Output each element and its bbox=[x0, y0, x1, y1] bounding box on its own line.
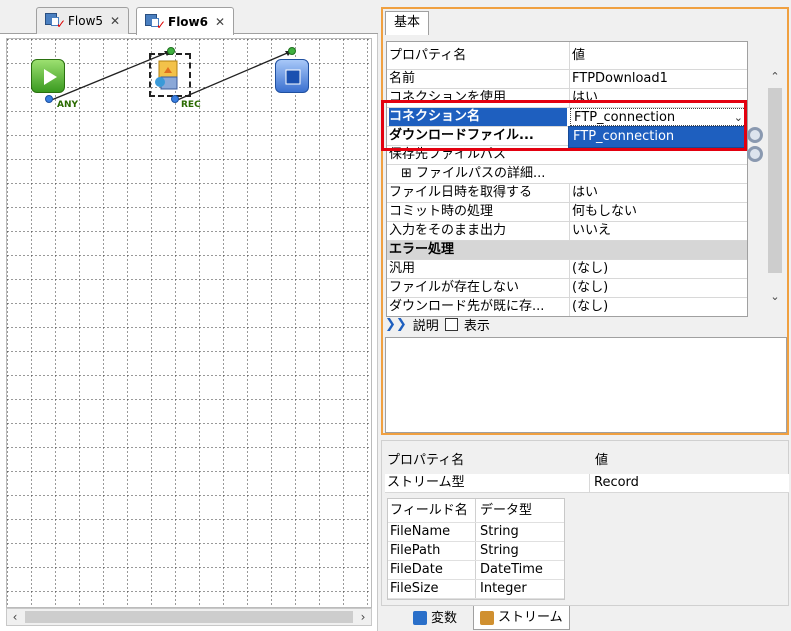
table-row[interactable]: FileName String bbox=[388, 523, 564, 542]
output-port[interactable] bbox=[45, 95, 53, 103]
stream-panel: プロパティ名 値 ストリーム型 Record フィールド名 データ型 FileN… bbox=[381, 440, 789, 606]
property-row-pass-through[interactable]: 入力をそのまま出力 いいえ bbox=[387, 222, 747, 241]
flow-canvas[interactable]: ANY REC bbox=[6, 38, 372, 608]
field-table-header: フィールド名 データ型 bbox=[388, 499, 564, 523]
output-port[interactable] bbox=[171, 95, 179, 103]
tab-label: Flow5 bbox=[68, 14, 104, 28]
property-row-general[interactable]: 汎用 (なし) bbox=[387, 260, 747, 279]
tab-variables[interactable]: 変数 bbox=[407, 606, 463, 630]
table-row[interactable]: FileDate DateTime bbox=[388, 561, 564, 580]
stream-type-row[interactable]: ストリーム型 Record bbox=[385, 474, 789, 493]
scroll-down-icon[interactable]: ⌄ bbox=[766, 290, 784, 306]
property-row-commit-action[interactable]: コミット時の処理 何もしない bbox=[387, 203, 747, 222]
scroll-right-icon[interactable]: › bbox=[355, 609, 371, 625]
close-icon[interactable]: ✕ bbox=[110, 14, 120, 28]
property-row-file-path-detail[interactable]: ⊞ ファイルパスの詳細... bbox=[387, 165, 747, 184]
stream-header: プロパティ名 値 bbox=[385, 449, 787, 473]
property-category-error[interactable]: エラー処理 bbox=[387, 241, 747, 260]
scroll-thumb[interactable] bbox=[768, 88, 782, 273]
double-chevron-down-icon[interactable]: ❯❯ bbox=[385, 317, 407, 332]
property-row-get-file-date[interactable]: ファイル日時を取得する はい bbox=[387, 184, 747, 203]
play-icon bbox=[44, 69, 57, 85]
scroll-left-icon[interactable]: ‹ bbox=[7, 609, 23, 625]
flow-icon: ✓ bbox=[145, 13, 166, 31]
end-node[interactable] bbox=[275, 59, 309, 93]
download-node-label: REC bbox=[181, 100, 201, 110]
highlight-box bbox=[381, 100, 747, 151]
canvas-grid bbox=[7, 39, 371, 607]
header-name: プロパティ名 bbox=[389, 48, 467, 63]
input-port[interactable] bbox=[167, 47, 175, 55]
flow-icon: ✓ bbox=[45, 13, 66, 30]
description-area[interactable] bbox=[385, 337, 787, 433]
stream-icon bbox=[480, 610, 494, 625]
show-label: 表示 bbox=[463, 318, 490, 334]
scroll-up-icon[interactable]: ⌃ bbox=[766, 70, 784, 86]
property-grid: プロパティ名 値 名前 FTPDownload1 コネクションを使用 はい コネ… bbox=[386, 41, 748, 317]
gear-icon[interactable] bbox=[747, 146, 763, 162]
flow-editor: ✓ Flow5 ✕ ✓ Flow6 ✕ ANY REC ‹ › bbox=[0, 0, 378, 631]
scroll-thumb[interactable] bbox=[25, 611, 353, 623]
input-port[interactable] bbox=[288, 47, 296, 55]
tab-basic[interactable]: 基本 bbox=[385, 11, 430, 35]
tab-flow6[interactable]: ✓ Flow6 ✕ bbox=[136, 7, 235, 35]
tab-flow5[interactable]: ✓ Flow5 ✕ bbox=[36, 7, 130, 34]
header-value: 値 bbox=[569, 42, 747, 69]
variable-icon bbox=[413, 611, 427, 625]
start-node-label: ANY bbox=[57, 100, 79, 110]
header-name: プロパティ名 bbox=[387, 453, 465, 468]
start-node[interactable] bbox=[31, 59, 65, 93]
tab-stream[interactable]: ストリーム bbox=[473, 606, 570, 630]
table-row[interactable]: FilePath String bbox=[388, 542, 564, 561]
description-bar: ❯❯ 説明 表示 bbox=[385, 312, 787, 336]
header-value: 値 bbox=[595, 453, 609, 468]
property-grid-header: プロパティ名 値 bbox=[387, 42, 747, 70]
show-checkbox[interactable] bbox=[444, 317, 458, 331]
horizontal-scrollbar[interactable]: ‹ › bbox=[6, 608, 372, 626]
field-table: フィールド名 データ型 FileName String FilePath Str… bbox=[387, 498, 565, 600]
property-row-name[interactable]: 名前 FTPDownload1 bbox=[387, 70, 747, 89]
ftp-download-node[interactable] bbox=[149, 53, 191, 97]
stop-icon bbox=[285, 69, 301, 85]
editor-tab-bar: ✓ Flow5 ✕ ✓ Flow6 ✕ bbox=[0, 0, 378, 35]
close-icon[interactable]: ✕ bbox=[215, 15, 225, 29]
properties-tab-bar: 基本 bbox=[383, 9, 787, 35]
property-vertical-scrollbar[interactable]: ⌃ ⌄ bbox=[766, 40, 784, 308]
table-row[interactable]: FileSize Integer bbox=[388, 580, 564, 599]
bottom-tab-bar: 変数 ストリーム bbox=[381, 606, 791, 631]
gear-icon[interactable] bbox=[747, 127, 763, 143]
ftp-download-icon bbox=[155, 60, 178, 90]
description-label: 説明 bbox=[412, 318, 439, 334]
tab-label: Flow6 bbox=[168, 14, 208, 29]
property-row-file-not-exist[interactable]: ファイルが存在しない (なし) bbox=[387, 279, 747, 298]
